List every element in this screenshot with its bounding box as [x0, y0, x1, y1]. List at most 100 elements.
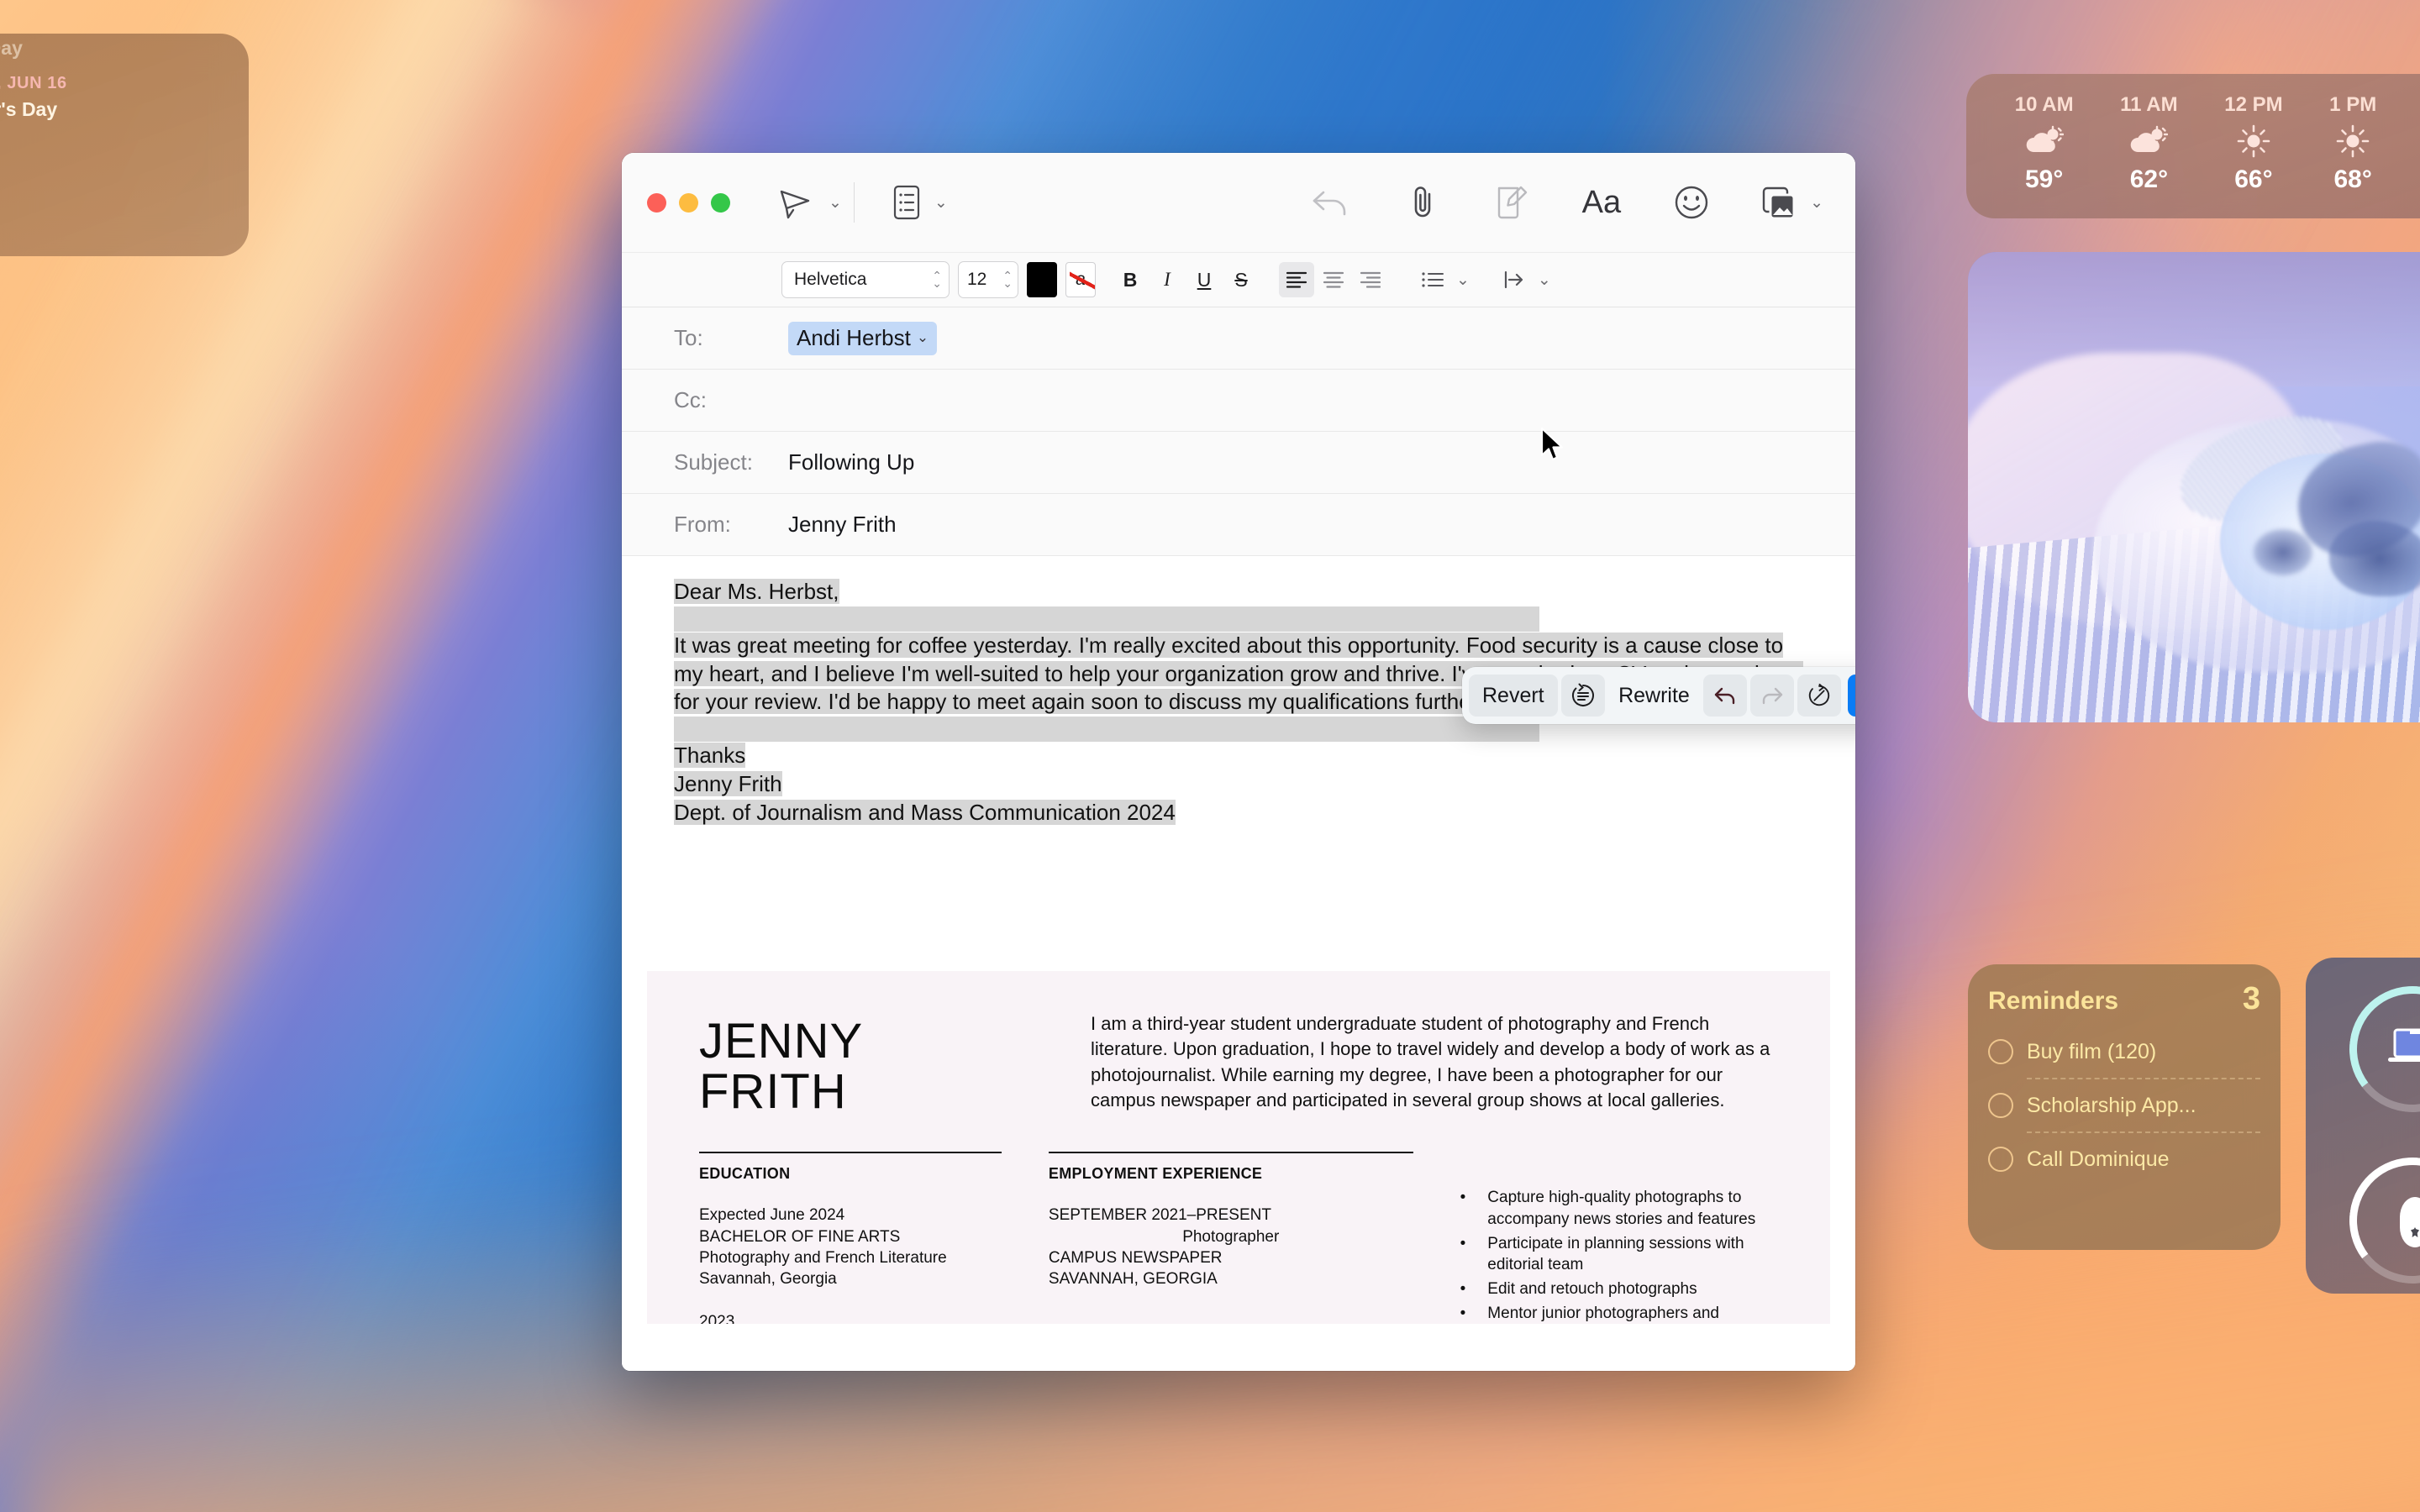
- format-text-button[interactable]: Aa: [1582, 185, 1621, 221]
- mail-compose-window[interactable]: ⌄ ⌄ Aa ⌄ Helvetica ⌃ ⌄ 12 ⌃ ⌄ a B I U S …: [622, 153, 1855, 1371]
- window-traffic-lights[interactable]: [647, 192, 730, 213]
- laptop-icon: [2388, 1028, 2420, 1063]
- reminder-item[interactable]: Buy film (120): [1988, 1026, 2260, 1078]
- desktop: Flag Day SUNDAY, JUN 16 Father's Day 10 …: [0, 0, 2420, 1512]
- from-label: From:: [674, 512, 731, 537]
- font-family-value: Helvetica: [794, 270, 867, 289]
- photo-browser-chevron-down-icon[interactable]: ⌄: [1806, 193, 1823, 213]
- indent-chevron-down-icon[interactable]: ⌄: [1538, 270, 1551, 290]
- reminder-item[interactable]: Call Dominique: [1988, 1133, 2260, 1185]
- from-value[interactable]: Jenny Frith: [788, 512, 897, 538]
- writing-tools-popup[interactable]: Revert Rewrite: [1462, 667, 1855, 724]
- education-entry-2: 2023 EXCHANGE CERTIFICATE: [699, 1311, 1002, 1324]
- weather-hour-column: 1 PM 68°: [2329, 93, 2376, 194]
- indent-icon[interactable]: [1497, 262, 1532, 297]
- education-date: Expected June 2024: [699, 1206, 845, 1225]
- list-icon[interactable]: [1415, 262, 1450, 297]
- mouse-icon: [2400, 1197, 2420, 1247]
- recipient-chevron-down-icon[interactable]: ⌄: [917, 329, 929, 346]
- mail-toolbar: ⌄ ⌄ Aa ⌄: [622, 153, 1855, 252]
- header-fields-button[interactable]: [892, 184, 922, 221]
- weather-hour-label: 1 PM: [2329, 93, 2377, 116]
- battery-widget[interactable]: [2306, 958, 2420, 1294]
- bullet-text: Participate in planning sessions with ed…: [1487, 1234, 1744, 1273]
- minimize-window-button[interactable]: [679, 192, 698, 213]
- from-field-row[interactable]: From: Jenny Frith: [622, 494, 1855, 556]
- italic-button[interactable]: I: [1150, 262, 1185, 297]
- align-right-icon[interactable]: [1353, 262, 1388, 297]
- send-options-chevron-down-icon[interactable]: ⌄: [824, 193, 842, 213]
- to-field-row[interactable]: To: Andi Herbst ⌄: [622, 307, 1855, 370]
- reminder-checkbox[interactable]: [1988, 1093, 2013, 1118]
- resume-responsibilities-list: • Capture high-quality photographs to ac…: [1460, 1152, 1778, 1324]
- recipient-token-andi-herbst[interactable]: Andi Herbst ⌄: [788, 321, 938, 355]
- education-field: Photography and French Literature: [699, 1248, 947, 1267]
- subject-input[interactable]: Following Up: [788, 449, 914, 475]
- done-button[interactable]: Done: [1848, 675, 1855, 717]
- close-window-button[interactable]: [647, 192, 666, 213]
- strikethrough-button[interactable]: S: [1223, 262, 1259, 297]
- education-place: Savannah, Georgia: [699, 1269, 837, 1288]
- reminder-label: Buy film (120): [2027, 1039, 2157, 1063]
- revert-label: Revert: [1482, 683, 1544, 707]
- bullet-dot: •: [1460, 1234, 1466, 1252]
- header-fields-chevron-down-icon[interactable]: ⌄: [930, 193, 948, 213]
- calendar-event-label: Flag Day: [0, 37, 23, 59]
- cc-field-row[interactable]: Cc:: [622, 370, 1855, 432]
- revert-button[interactable]: Revert: [1469, 675, 1558, 717]
- list-chevron-down-icon[interactable]: ⌄: [1456, 270, 1470, 290]
- resume-name-line2: FRITH: [699, 1063, 847, 1119]
- font-size-select[interactable]: 12 ⌃ ⌄: [958, 261, 1018, 298]
- sun-icon: [2233, 123, 2274, 159]
- underline-button[interactable]: U: [1186, 262, 1222, 297]
- photos-widget[interactable]: [1968, 252, 2420, 722]
- reminder-checkbox[interactable]: [1988, 1039, 2013, 1064]
- subject-field-row[interactable]: Subject: Following Up: [622, 432, 1855, 494]
- partly-cloudy-icon: [2024, 123, 2065, 159]
- weather-temp: 66°: [2234, 165, 2273, 193]
- attachment-resume-preview[interactable]: JENNY FRITH I am a third-year student un…: [647, 971, 1830, 1324]
- bullet-text: Capture high-quality photographs to acco…: [1487, 1189, 1756, 1228]
- reminder-label: Scholarship App...: [2027, 1093, 2196, 1117]
- bold-button[interactable]: B: [1113, 262, 1148, 297]
- describe-change-icon[interactable]: [1797, 675, 1842, 717]
- weather-widget[interactable]: 10 AM 59° 11 AM 62° 12 PM 66° 1 PM 68°: [1966, 74, 2420, 218]
- show-original-icon[interactable]: [1560, 675, 1605, 717]
- maximize-window-button[interactable]: [711, 192, 730, 213]
- reply-arrow-icon[interactable]: [1310, 184, 1350, 221]
- highlight-color-swatch[interactable]: a: [1065, 262, 1096, 297]
- bullet-dot: •: [1460, 1189, 1466, 1207]
- photo-browser-icon[interactable]: [1760, 184, 1797, 221]
- calendar-event[interactable]: Father's Day: [0, 98, 230, 122]
- section-rule: [1048, 1152, 1413, 1154]
- attach-paperclip-icon[interactable]: [1409, 183, 1438, 222]
- weather-hour-label: 10 AM: [2014, 93, 2074, 116]
- list-item: • Participate in planning sessions with …: [1460, 1233, 1778, 1275]
- send-button[interactable]: [776, 183, 814, 222]
- list-item: • Mentor junior photographers and mainta…: [1460, 1303, 1778, 1324]
- writing-tools-mode-label: Rewrite: [1618, 683, 1690, 707]
- reminders-title: Reminders: [1988, 987, 2119, 1015]
- markup-icon[interactable]: [1493, 183, 1530, 222]
- sun-icon: [2333, 123, 2373, 159]
- reminders-count-badge: 3: [2242, 981, 2260, 1016]
- employment-entry-1: SEPTEMBER 2021–PRESENT Photographer CAMP…: [1049, 1205, 1413, 1289]
- emoji-icon[interactable]: [1673, 184, 1710, 221]
- calendar-event-clipped[interactable]: Flag Day: [0, 37, 230, 60]
- reminders-widget[interactable]: Reminders 3 Buy film (120) Scholarship A…: [1968, 964, 2281, 1250]
- align-left-icon[interactable]: [1279, 262, 1314, 297]
- strikethrough-label: S: [1234, 268, 1248, 291]
- reminder-checkbox[interactable]: [1988, 1147, 2013, 1172]
- font-family-select[interactable]: Helvetica ⌃ ⌄: [781, 261, 950, 298]
- highlight-swatch-label: a: [1076, 270, 1086, 289]
- reminder-item[interactable]: Scholarship App...: [1988, 1079, 2260, 1131]
- text-color-swatch[interactable]: [1027, 262, 1057, 297]
- calendar-widget[interactable]: Flag Day SUNDAY, JUN 16 Father's Day: [0, 34, 249, 256]
- redo-arrow-icon: [1750, 675, 1795, 717]
- undo-arrow-icon[interactable]: [1703, 675, 1748, 717]
- list-item: • Edit and retouch photographs: [1460, 1278, 1778, 1299]
- bullet-text: Edit and retouch photographs: [1487, 1279, 1697, 1298]
- resume-name: JENNY FRITH: [699, 1003, 1052, 1116]
- employment-role: Photographer: [1182, 1227, 1280, 1246]
- align-center-icon[interactable]: [1316, 262, 1351, 297]
